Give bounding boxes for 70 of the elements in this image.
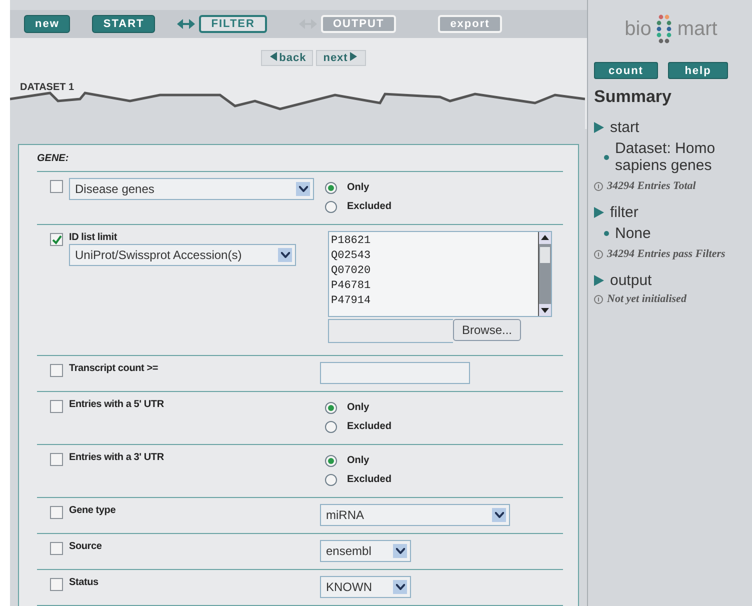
- bullet-icon: [604, 231, 609, 236]
- radio-button[interactable]: [325, 454, 337, 466]
- summary-heading: output: [610, 272, 652, 289]
- left-triangle-icon: [270, 52, 278, 62]
- filter-label: Entries with a 5' UTR: [69, 399, 164, 410]
- radio-button[interactable]: [325, 200, 337, 212]
- dropdown[interactable]: ensembl: [320, 540, 411, 562]
- checkbox[interactable]: [50, 233, 63, 246]
- text-field[interactable]: [320, 362, 470, 384]
- checkbox[interactable]: [50, 400, 63, 413]
- radio-label: Excluded: [347, 474, 392, 485]
- nav-button[interactable]: FILTER: [199, 15, 267, 34]
- filter-label: ID list limit: [69, 232, 118, 243]
- sidebar-button[interactable]: count: [594, 62, 658, 79]
- nav-button[interactable]: new: [24, 15, 70, 34]
- radio-button[interactable]: [325, 474, 337, 486]
- scrollbar-thumb[interactable]: [540, 247, 550, 263]
- checkbox[interactable]: [50, 180, 63, 193]
- triangle-icon: [594, 275, 604, 286]
- summary-item: None: [615, 225, 651, 242]
- radio-label: Only: [347, 182, 370, 193]
- info-icon: [594, 295, 603, 304]
- radio-button[interactable]: [325, 182, 337, 194]
- dropdown[interactable]: KNOWN: [320, 576, 411, 598]
- triangle-icon: [594, 207, 604, 218]
- summary-note: 34294 Entries Total: [607, 180, 696, 192]
- scroll-up-icon[interactable]: [539, 232, 551, 244]
- radio-label: Excluded: [347, 421, 392, 432]
- summary-title: Summary: [594, 87, 672, 107]
- summary-heading: filter: [610, 204, 638, 221]
- triangle-icon: [594, 122, 604, 133]
- checkbox[interactable]: [50, 364, 63, 377]
- radio-button[interactable]: [325, 402, 337, 414]
- summary-note: Not yet initialised: [607, 293, 686, 305]
- dropdown[interactable]: miRNA: [320, 504, 510, 526]
- nav-button[interactable]: START: [92, 15, 156, 34]
- radio-label: Only: [347, 402, 370, 413]
- scrollbar[interactable]: [538, 232, 551, 316]
- file-path-field[interactable]: [328, 319, 453, 343]
- dropdown[interactable]: Disease genes: [69, 178, 314, 200]
- logo-text: bio: [624, 18, 652, 40]
- scroll-down-icon[interactable]: [539, 304, 551, 316]
- filter-label: Status: [69, 577, 98, 588]
- radio-label: Excluded: [347, 201, 392, 212]
- back-button[interactable]: back: [261, 50, 314, 66]
- radio-label: Only: [347, 455, 370, 466]
- checkbox[interactable]: [50, 506, 63, 519]
- dropdown[interactable]: UniProt/Swissprot Accession(s): [69, 244, 296, 266]
- filter-label: Transcript count >=: [69, 363, 158, 374]
- dataset-title: DATASET 1: [20, 82, 76, 94]
- checkbox[interactable]: [50, 542, 63, 555]
- checkbox[interactable]: [50, 578, 63, 591]
- right-triangle-icon: [350, 52, 357, 62]
- checkbox[interactable]: [50, 453, 63, 466]
- next-button[interactable]: next: [316, 50, 366, 66]
- id-list-field[interactable]: P18621 Q02543 Q07020 P46781 P47914: [328, 231, 552, 317]
- summary-heading: start: [610, 119, 640, 136]
- filter-label: Source: [69, 541, 102, 552]
- browse-button[interactable]: Browse...: [453, 319, 522, 341]
- logo-text: mart: [677, 18, 718, 40]
- info-icon: [594, 250, 603, 259]
- radio-button[interactable]: [325, 420, 337, 432]
- filter-label: Gene type: [69, 505, 116, 516]
- section-title: GENE:: [37, 145, 563, 172]
- bullet-icon: [604, 154, 609, 160]
- info-icon: [594, 182, 603, 191]
- summary-note: 34294 Entries pass Filters: [607, 248, 726, 260]
- filter-label: Entries with a 3' UTR: [69, 452, 164, 463]
- summary-item: Dataset: Homo sapiens genes: [615, 140, 716, 174]
- sidebar-button[interactable]: help: [668, 62, 728, 79]
